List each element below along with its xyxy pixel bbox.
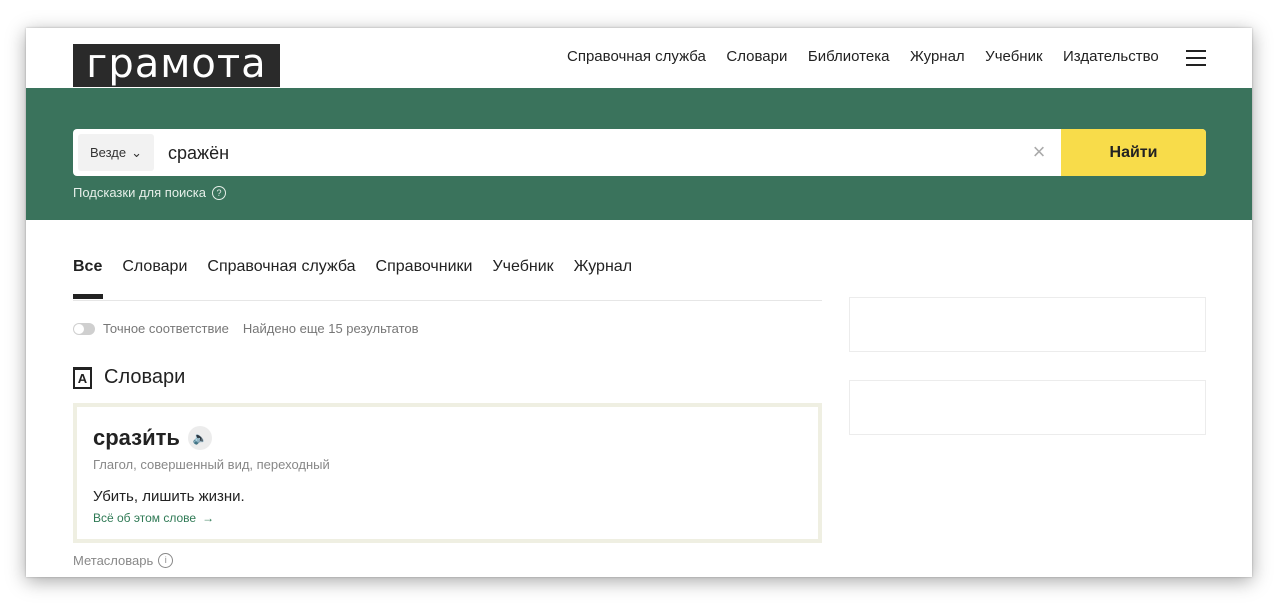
more-about-word-label: Всё об этом слове [93, 511, 197, 525]
search-input[interactable] [166, 140, 970, 166]
browser-window: грамота Справочная служба Словари Библио… [26, 28, 1252, 577]
headword: срази́ть [93, 425, 180, 450]
nav-slovari[interactable]: Словари [726, 48, 787, 65]
result-tabs: Все Словари Справочная служба Справочник… [73, 258, 652, 276]
search-box: Везде ⌄ × Найти [73, 129, 1206, 176]
nav-uchebnik[interactable]: Учебник [985, 48, 1042, 65]
filters-row: Точное соответствие Найдено еще 15 резул… [73, 321, 419, 336]
tab-dictionaries[interactable]: Словари [122, 258, 187, 276]
site-logo[interactable]: грамота [73, 44, 280, 87]
search-hints-link[interactable]: Подсказки для поиска ? [73, 185, 227, 200]
speaker-icon[interactable]: 🔈 [187, 426, 212, 450]
nav-spravochnaya[interactable]: Справочная служба [567, 48, 706, 65]
chevron-down-icon: ⌄ [131, 144, 142, 160]
tab-help-service[interactable]: Справочная служба [207, 258, 355, 276]
grammar-info: Глагол, совершенный вид, переходный [93, 457, 330, 472]
menu-icon[interactable] [1186, 50, 1206, 66]
dictionary-icon: А [73, 366, 92, 389]
dictionary-card: срази́ть 🔈 Глагол, совершенный вид, пере… [73, 403, 822, 543]
nav-izdatelstvo[interactable]: Издательство [1063, 48, 1159, 65]
info-icon[interactable]: i [158, 553, 174, 568]
exact-match-label: Точное соответствие [103, 321, 229, 336]
active-tab-indicator [73, 294, 103, 299]
nav-biblioteka[interactable]: Библиотека [808, 48, 890, 65]
nav-zhurnal[interactable]: Журнал [910, 48, 965, 65]
source-name: Метасловарь [73, 553, 154, 568]
scope-label: Везде [89, 145, 127, 160]
search-band: Везде ⌄ × Найти Подсказки для поиска ? [26, 88, 1252, 220]
tab-journal[interactable]: Журнал [574, 258, 632, 276]
question-icon: ? [212, 185, 227, 200]
tab-references[interactable]: Справочники [376, 258, 473, 276]
top-nav: Справочная служба Словари Библиотека Жур… [567, 48, 1179, 65]
exact-match-toggle[interactable] [73, 322, 95, 335]
sidebar-box-2 [849, 380, 1206, 435]
close-icon[interactable]: × [1030, 141, 1048, 163]
source-label: Метасловарь i [73, 553, 174, 568]
tab-all[interactable]: Все [73, 258, 102, 276]
sidebar-box-1 [849, 297, 1206, 352]
section-heading: А Словари [73, 366, 185, 389]
results-count: Найдено еще 15 результатов [242, 321, 419, 336]
more-about-word-link[interactable]: Всё об этом слове → [93, 511, 214, 525]
section-title-text: Словари [104, 366, 186, 388]
scope-dropdown[interactable]: Везде ⌄ [78, 134, 154, 171]
definition: Убить, лишить жизни. [93, 488, 245, 505]
tab-textbook[interactable]: Учебник [492, 258, 553, 276]
tabs-divider [73, 300, 822, 301]
arrow-right-icon: → [202, 511, 215, 525]
find-button[interactable]: Найти [1061, 129, 1206, 176]
site-header: грамота Справочная служба Словари Библио… [26, 28, 1252, 88]
word-row: срази́ть 🔈 [93, 425, 212, 451]
search-hints-label: Подсказки для поиска [73, 185, 207, 200]
